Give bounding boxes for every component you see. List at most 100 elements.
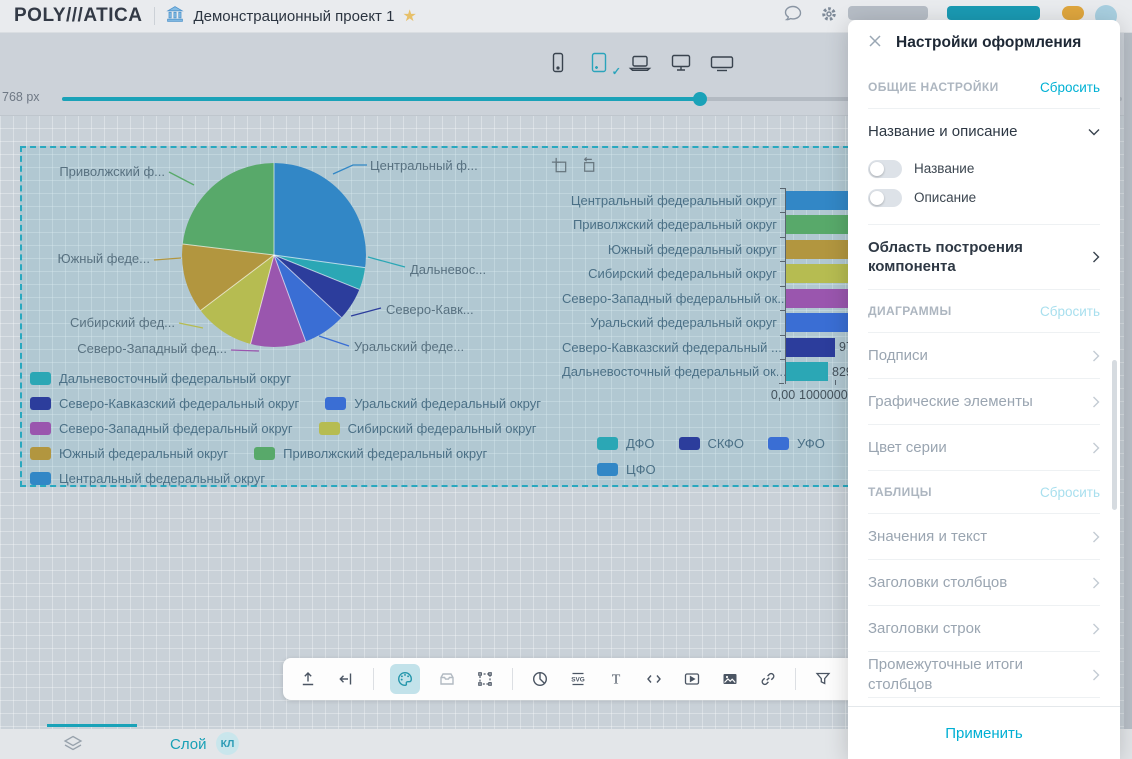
legend-item[interactable]: СКФО bbox=[679, 436, 745, 451]
legend-swatch bbox=[319, 422, 340, 435]
toggle-switch[interactable] bbox=[868, 189, 902, 207]
toggle-description[interactable]: Описание bbox=[868, 183, 1100, 212]
tablet-icon[interactable]: ✓ bbox=[586, 50, 612, 76]
section-diagrams-label: ДИАГРАММЫ bbox=[868, 304, 952, 318]
legend-item[interactable]: УФО bbox=[768, 436, 825, 451]
settings-panel: Настройки оформления ОБЩИЕ НАСТРОЙКИ Сбр… bbox=[848, 20, 1120, 759]
tv-icon[interactable] bbox=[709, 50, 735, 76]
bar-category-label: Центральный федеральный округ bbox=[562, 193, 785, 208]
pie-callout-label: Южный феде... bbox=[57, 251, 150, 266]
apply-button[interactable]: Применить bbox=[945, 725, 1023, 742]
chevron-down-icon bbox=[1088, 128, 1100, 136]
panel-scrollbar-thumb[interactable] bbox=[1112, 360, 1117, 510]
active-tab-indicator bbox=[47, 724, 137, 727]
svg-text:SVG: SVG bbox=[571, 677, 585, 684]
monitor-icon[interactable] bbox=[668, 50, 694, 76]
bar[interactable] bbox=[786, 338, 835, 357]
legend-item[interactable]: Центральный федеральный округ bbox=[30, 471, 265, 486]
legend-item[interactable]: Уральский федеральный округ bbox=[325, 396, 541, 411]
diagrams-reset-button: Сбросить bbox=[1040, 304, 1100, 319]
panel-title: Настройки оформления bbox=[896, 34, 1081, 52]
legend-swatch bbox=[254, 447, 275, 460]
pie[interactable] bbox=[182, 163, 366, 347]
panel-item-build-area[interactable]: Область построения компонента bbox=[868, 225, 1100, 290]
legend-item[interactable]: Северо-Западный федеральный округ bbox=[30, 421, 293, 436]
tab-layer[interactable]: Слой bbox=[170, 736, 206, 753]
bar-category-label: Сибирский федеральный округ bbox=[562, 266, 785, 281]
bar-category-label: Уральский федеральный округ bbox=[562, 315, 785, 330]
bar-category-label: Северо-Кавказский федеральный ... bbox=[562, 340, 785, 355]
layers-icon[interactable] bbox=[62, 734, 84, 759]
link-icon[interactable] bbox=[757, 668, 779, 690]
legend-swatch bbox=[325, 397, 346, 410]
gear-icon[interactable] bbox=[818, 3, 840, 30]
chevron-right-icon bbox=[1092, 623, 1100, 635]
panel-item-diagram-0[interactable]: Подписи bbox=[868, 333, 1100, 379]
component-toolbar: SVG T bbox=[283, 658, 858, 700]
pie-callout-label: Уральский феде... bbox=[354, 339, 464, 354]
video-icon[interactable] bbox=[681, 668, 703, 690]
panel-item-diagram-2[interactable]: Цвет серии bbox=[868, 425, 1100, 471]
panel-item-table-2[interactable]: Заголовки строк bbox=[868, 606, 1100, 652]
legend-swatch bbox=[30, 472, 51, 485]
legend-swatch bbox=[30, 397, 51, 410]
slider-handle[interactable] bbox=[693, 92, 707, 106]
close-icon[interactable] bbox=[868, 34, 882, 53]
bar[interactable] bbox=[786, 362, 828, 381]
upload-icon[interactable] bbox=[297, 668, 319, 690]
scrollbar[interactable] bbox=[1124, 32, 1132, 759]
bar-category-label: Приволжский федеральный округ bbox=[562, 217, 785, 232]
pie-callout-label: Центральный ф... bbox=[370, 158, 478, 173]
chevron-right-icon bbox=[1092, 669, 1100, 681]
laptop-icon[interactable] bbox=[627, 50, 653, 76]
filter-icon[interactable] bbox=[812, 668, 834, 690]
legend-item[interactable]: Приволжский федеральный округ bbox=[254, 446, 487, 461]
tables-reset-button: Сбросить bbox=[1040, 485, 1100, 500]
phone-icon[interactable] bbox=[545, 50, 571, 76]
hidden-button bbox=[848, 6, 928, 20]
legend-item[interactable]: Южный федеральный округ bbox=[30, 446, 228, 461]
legend-item[interactable]: ЦФО bbox=[597, 462, 656, 477]
legend-swatch bbox=[30, 372, 51, 385]
legend-swatch bbox=[679, 437, 700, 450]
chevron-right-icon bbox=[1092, 396, 1100, 408]
toggle-switch[interactable] bbox=[868, 160, 902, 178]
chat-icon[interactable] bbox=[782, 3, 804, 30]
text-icon[interactable]: T bbox=[605, 668, 627, 690]
hidden-badge bbox=[1062, 6, 1084, 20]
panel-item-table-1[interactable]: Заголовки столбцов bbox=[868, 560, 1100, 606]
legend-item[interactable]: Северо-Кавказский федеральный округ bbox=[30, 396, 299, 411]
panel-item-table-3[interactable]: Промежуточные итоги столбцов bbox=[868, 652, 1100, 698]
divider bbox=[154, 7, 155, 25]
bar-category-label: Северо-Западный федеральный ок... bbox=[562, 291, 785, 306]
collapse-left-icon[interactable] bbox=[335, 668, 357, 690]
panel-scroll-area[interactable]: ОБЩИЕ НАСТРОЙКИ Сбросить Название и опис… bbox=[848, 66, 1120, 707]
project-title[interactable]: Демонстрационный проект 1 bbox=[193, 8, 394, 25]
panel-item-diagram-1[interactable]: Графические элементы bbox=[868, 379, 1100, 425]
legend-item[interactable]: Сибирский федеральный округ bbox=[319, 421, 537, 436]
chevron-right-icon bbox=[1092, 350, 1100, 362]
svg-icon[interactable]: SVG bbox=[567, 668, 589, 690]
pie-callout-label: Северо-Западный фед... bbox=[77, 341, 227, 356]
star-icon[interactable]: ★ bbox=[402, 6, 416, 26]
section-tables-label: ТАБЛИЦЫ bbox=[868, 485, 932, 499]
pie-chart-icon[interactable] bbox=[529, 668, 551, 690]
image-icon[interactable] bbox=[719, 668, 741, 690]
panel-item-table-0[interactable]: Значения и текст bbox=[868, 514, 1100, 560]
general-reset-button[interactable]: Сбросить bbox=[1040, 80, 1100, 95]
divider bbox=[795, 668, 796, 690]
chevron-right-icon bbox=[1092, 577, 1100, 589]
code-icon[interactable] bbox=[643, 668, 665, 690]
legend-item[interactable]: ДФО bbox=[597, 436, 655, 451]
pie-area: Дальневосточный федеральный округ Северо-… bbox=[22, 148, 582, 489]
panel-item-name-description[interactable]: Название и описание bbox=[868, 109, 1100, 154]
transform-icon[interactable] bbox=[474, 668, 496, 690]
layer-user-badge: КЛ bbox=[216, 732, 239, 755]
palette-icon[interactable] bbox=[390, 664, 420, 694]
legend-item[interactable]: Дальневосточный федеральный округ bbox=[30, 371, 291, 386]
svg-text:T: T bbox=[612, 673, 621, 688]
pie-callout-label: Сибирский фед... bbox=[70, 315, 175, 330]
toggle-title[interactable]: Название bbox=[868, 154, 1100, 183]
tray-icon[interactable] bbox=[436, 668, 458, 690]
chevron-right-icon bbox=[1092, 251, 1100, 263]
